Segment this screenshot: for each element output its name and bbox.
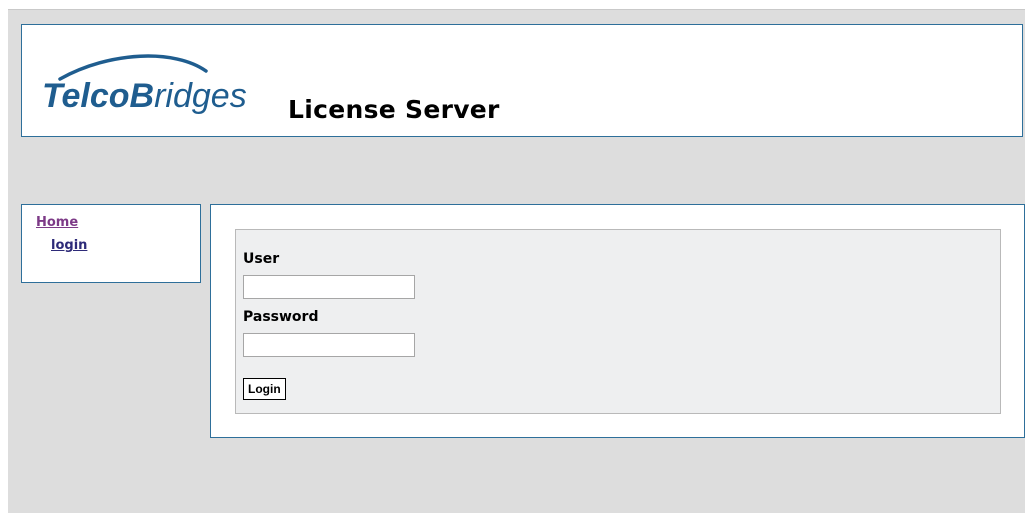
nav-link-home[interactable]: Home xyxy=(36,215,78,230)
page-title: License Server xyxy=(288,95,500,124)
nav-link-login[interactable]: login xyxy=(51,238,87,253)
login-button[interactable]: Login xyxy=(243,378,286,400)
header-banner: TelcoBridges License Server xyxy=(21,24,1023,137)
page-background: TelcoBridges License Server Home login U… xyxy=(8,9,1025,513)
main-content: User Password Login xyxy=(210,204,1025,438)
password-label: Password xyxy=(243,309,319,325)
password-input[interactable] xyxy=(243,333,415,357)
telcobridges-logo: TelcoBridges xyxy=(40,45,280,115)
login-form: User Password Login xyxy=(235,229,1001,414)
svg-text:TelcoBridges: TelcoBridges xyxy=(42,77,247,115)
logo-graphic: TelcoBridges xyxy=(42,54,247,115)
sidebar-nav: Home login xyxy=(21,204,201,283)
user-input[interactable] xyxy=(243,275,415,299)
user-label: User xyxy=(243,251,280,267)
